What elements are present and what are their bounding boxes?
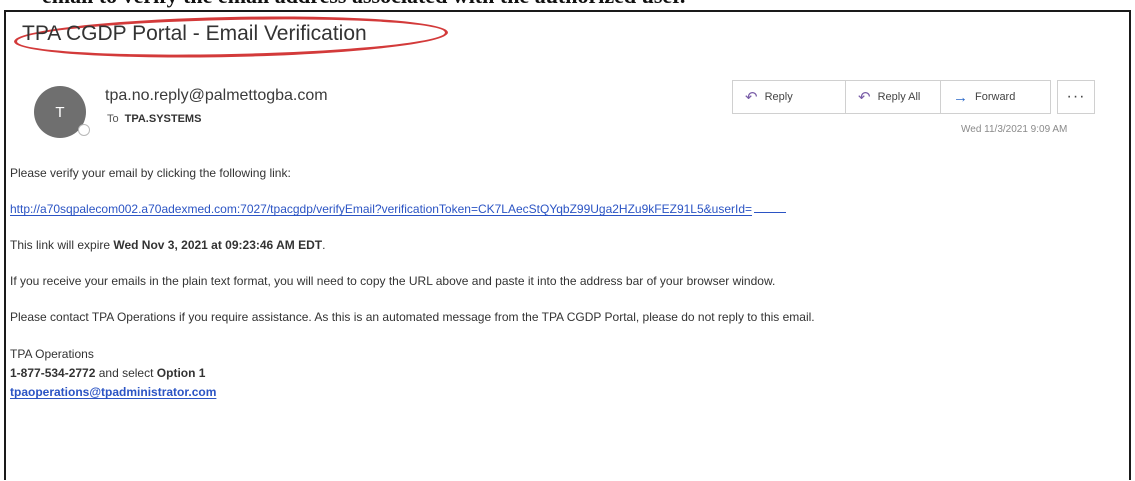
- document-text-line: email to verify the email address associ…: [42, 0, 685, 9]
- to-label: To: [107, 113, 119, 125]
- message-actions-toolbar: ↶ Reply ↶ Reply All → Forward ···: [732, 80, 1095, 114]
- received-timestamp: Wed 11/3/2021 9:09 AM: [961, 124, 1068, 135]
- recipient-name[interactable]: TPA.SYSTEMS: [125, 113, 202, 125]
- forward-button[interactable]: → Forward: [940, 80, 1051, 114]
- verification-link-row: http://a70sqpalecom002.a70adexmed.com:70…: [10, 202, 787, 216]
- reply-button[interactable]: ↶ Reply: [732, 80, 846, 114]
- reply-arrow-icon: ↶: [745, 89, 758, 106]
- body-contact-note: Please contact TPA Operations if you req…: [10, 310, 815, 324]
- document-cropped-text: email to verify the email address associ…: [0, 0, 1135, 10]
- link-underline-tail: [754, 203, 787, 213]
- avatar-initial: T: [55, 103, 65, 121]
- email-subject: TPA CGDP Portal - Email Verification: [22, 22, 367, 45]
- signature-phone-line: 1-877-534-2772 and select Option 1: [10, 366, 205, 380]
- more-options-button[interactable]: ···: [1057, 80, 1095, 114]
- signature-name: TPA Operations: [10, 347, 94, 361]
- reply-all-button[interactable]: ↶ Reply All: [845, 80, 941, 114]
- expiry-date: Wed Nov 3, 2021 at 09:23:46 AM EDT: [113, 238, 323, 252]
- reply-all-label: Reply All: [877, 91, 921, 103]
- phone-middle-text: and select: [95, 366, 157, 380]
- reply-all-icon: ↶: [858, 89, 871, 106]
- option-label: Option 1: [156, 366, 206, 380]
- body-expiry: This link will expire Wed Nov 3, 2021 at…: [10, 238, 325, 252]
- support-phone: 1-877-534-2772: [10, 366, 96, 380]
- recipient-line: To TPA.SYSTEMS: [107, 113, 201, 125]
- verification-link[interactable]: http://a70sqpalecom002.a70adexmed.com:70…: [10, 202, 752, 216]
- body-plain-text-note: If you receive your emails in the plain …: [10, 274, 776, 288]
- more-options-icon: ···: [1066, 88, 1086, 105]
- expiry-suffix: .: [322, 238, 326, 252]
- presence-status-icon: [78, 124, 90, 136]
- forward-label: Forward: [975, 91, 1016, 103]
- signature-email-line: tpaoperations@tpadministrator.com: [10, 385, 216, 399]
- expiry-prefix: This link will expire: [10, 238, 114, 252]
- sender-address[interactable]: tpa.no.reply@palmettogba.com: [105, 87, 328, 105]
- support-email-link[interactable]: tpaoperations@tpadministrator.com: [10, 385, 216, 399]
- reply-label: Reply: [764, 91, 793, 103]
- body-intro: Please verify your email by clicking the…: [10, 166, 291, 180]
- forward-arrow-icon: →: [953, 88, 968, 106]
